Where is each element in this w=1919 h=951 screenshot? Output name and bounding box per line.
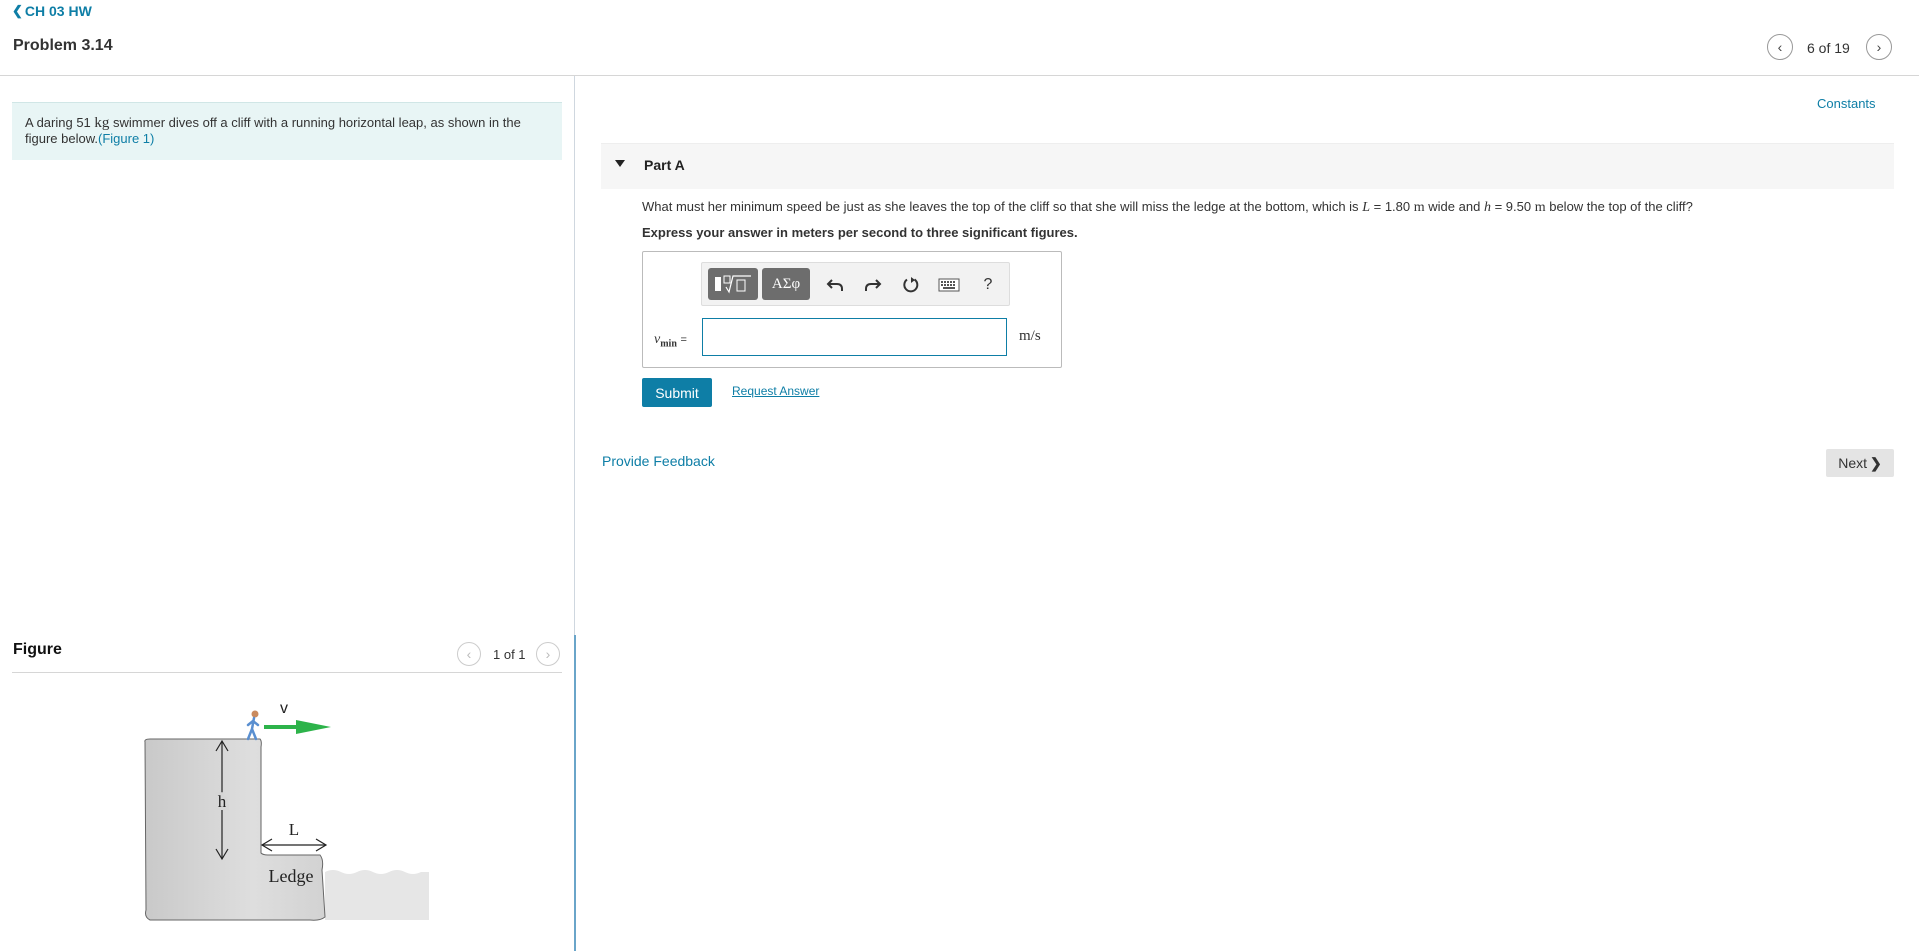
part-header[interactable] [601, 143, 1894, 189]
answer-unit: m/s [1019, 328, 1041, 344]
figure-heading: Figure [13, 641, 62, 658]
figure-next-button[interactable]: › [536, 642, 560, 666]
chevron-right-icon: › [1876, 39, 1882, 55]
intro-text-start: A daring 51 [25, 115, 91, 130]
request-answer-link[interactable]: Request Answer [732, 384, 819, 398]
ledge-label: Ledge [269, 866, 314, 886]
problem-intro: A daring 51 kg swimmer dives off a cliff… [12, 102, 562, 160]
question-start: What must her minimum speed be just as s… [642, 199, 1359, 214]
question-text: What must her minimum speed be just as s… [642, 199, 1693, 216]
swimmer-icon [246, 710, 260, 741]
figure-link[interactable]: (Figure 1) [98, 131, 154, 146]
answer-variable-label: vmin = [654, 331, 687, 350]
redo-icon [865, 279, 882, 291]
next-problem-button[interactable]: › [1866, 34, 1892, 60]
chevron-right-icon: › [545, 646, 551, 662]
greek-letters-button[interactable]: ΑΣφ [762, 268, 810, 300]
chevron-left-icon: ‹ [466, 646, 472, 662]
h-unit: m [1534, 200, 1546, 215]
height-label: h [218, 792, 227, 811]
question-mid: wide and [1428, 199, 1481, 214]
h-value: = 9.50 [1494, 199, 1532, 214]
help-button[interactable]: ? [978, 274, 998, 296]
velocity-label: v [280, 700, 288, 717]
answer-input[interactable] [702, 318, 1007, 356]
L-symbol: L [1362, 200, 1370, 215]
pane-divider-accent [574, 635, 576, 951]
submit-button[interactable]: Submit [642, 378, 712, 407]
constants-link[interactable]: Constants [1817, 96, 1876, 111]
header-divider [0, 75, 1919, 76]
question-end: below the top of the cliff? [1549, 199, 1693, 214]
keyboard-button[interactable] [936, 274, 962, 296]
h-symbol: h [1483, 200, 1491, 215]
problem-title: Problem 3.14 [13, 37, 113, 54]
reset-icon [903, 277, 919, 293]
cliff-figure: v h L Ledge [144, 700, 429, 921]
width-label: L [289, 820, 299, 839]
back-to-assignment-link[interactable]: ❮ CH 03 HW [12, 3, 92, 19]
L-value: = 1.80 [1373, 199, 1411, 214]
figure-counter: 1 of 1 [493, 647, 526, 662]
part-label: Part A [644, 157, 685, 173]
previous-problem-button[interactable]: ‹ [1767, 34, 1793, 60]
template-sqrt-icon [715, 275, 751, 294]
chevron-left-icon: ❮ [12, 3, 23, 18]
problem-counter: 6 of 19 [1807, 40, 1850, 56]
variable-subscript: min [660, 338, 677, 350]
L-unit: m [1413, 200, 1425, 215]
provide-feedback-link[interactable]: Provide Feedback [602, 453, 715, 469]
water [325, 870, 429, 920]
figure-divider [12, 672, 562, 673]
figure-prev-button[interactable]: ‹ [457, 642, 481, 666]
equals-sign: = [680, 334, 687, 346]
back-link-label: CH 03 HW [24, 3, 92, 19]
mass-unit: kg [94, 115, 110, 131]
templates-button[interactable] [708, 268, 758, 300]
next-button[interactable]: Next ❯ [1826, 449, 1894, 477]
undo-button[interactable] [824, 274, 846, 296]
caret-down-icon[interactable] [615, 160, 625, 167]
undo-icon [826, 279, 843, 291]
chevron-left-icon: ‹ [1777, 39, 1783, 55]
answer-instruction: Express your answer in meters per second… [642, 225, 1078, 240]
keyboard-icon [938, 278, 960, 292]
next-button-label: Next [1838, 455, 1868, 471]
chevron-right-icon: ❯ [1870, 454, 1882, 471]
velocity-arrowhead [296, 720, 331, 734]
redo-button[interactable] [862, 274, 884, 296]
reset-button[interactable] [900, 274, 922, 296]
